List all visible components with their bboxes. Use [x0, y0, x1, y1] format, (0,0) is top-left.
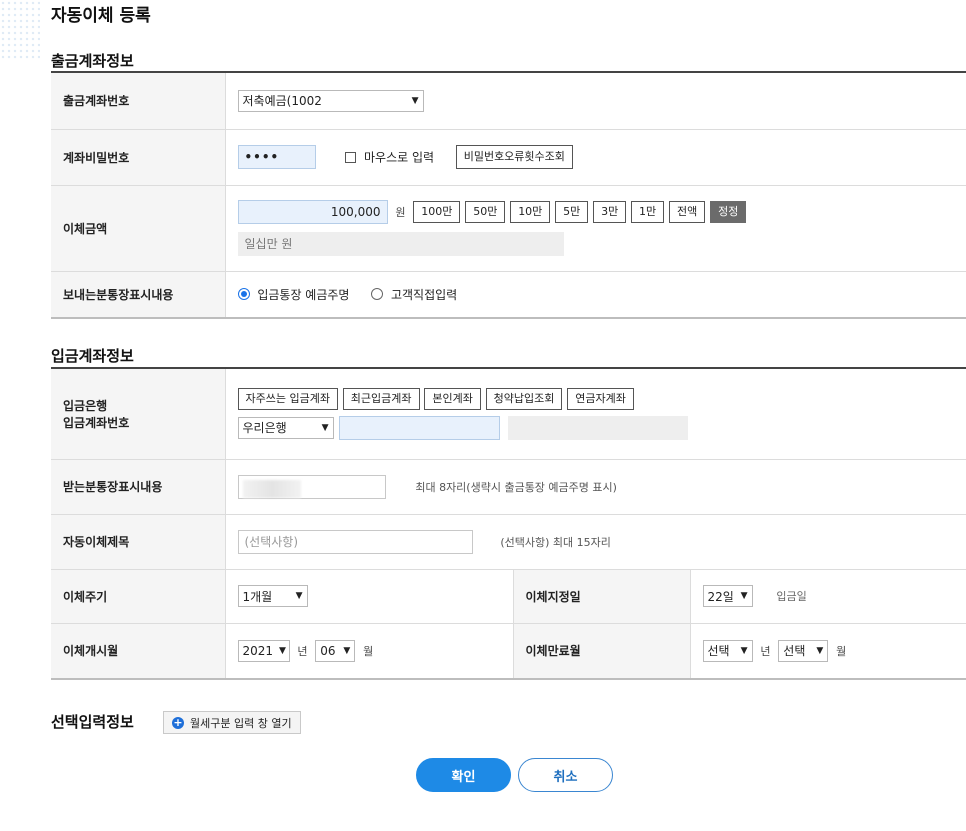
open-rent-type-label: 월세구분 입력 창 열기	[190, 716, 292, 730]
recent-account-button[interactable]: 최근입금계좌	[342, 387, 420, 410]
subscription-lookup-button[interactable]: 청약납입조회	[485, 387, 563, 410]
deposit-section-title: 입금계좌정보	[51, 347, 134, 365]
passbook-opt2-label[interactable]: 고객직접입력	[391, 288, 457, 302]
password-error-count-button[interactable]: 비밀번호오류횟수조회	[455, 145, 573, 169]
end-label: 이체만료월	[512, 623, 691, 680]
chevron-down-icon: ▼	[279, 645, 286, 656]
my-account-button[interactable]: 본인계좌	[424, 387, 481, 410]
chevron-down-icon: ▼	[411, 95, 419, 106]
decorative-dots	[0, 0, 40, 60]
cycle-label: 이체주기	[51, 569, 225, 624]
start-year-select[interactable]: 2021 ▼	[237, 639, 290, 662]
amount-3man-button[interactable]: 3만	[593, 201, 627, 223]
amount-10man-button[interactable]: 10만	[510, 201, 551, 223]
bank-value: 우리은행	[242, 421, 287, 436]
passbook-label: 보내는분통장표시내용	[51, 271, 225, 319]
confirm-button[interactable]: 확인	[416, 758, 511, 792]
recv-hint: 최대 8자리(생략시 출금통장 예금주명 표시)	[415, 480, 617, 494]
amount-correct-button[interactable]: 정정	[710, 201, 747, 223]
chevron-down-icon: ▼	[740, 645, 748, 656]
account-label: 출금계좌번호	[51, 71, 225, 130]
plus-circle-icon: +	[172, 715, 184, 729]
start-month-select[interactable]: 06 ▼	[315, 639, 356, 662]
pension-account-button[interactable]: 연금자계좌	[567, 387, 634, 410]
day-value: 22일	[707, 589, 734, 604]
title-input[interactable]: (선택사항)	[237, 529, 473, 554]
cancel-button[interactable]: 취소	[518, 758, 613, 792]
end-year-select[interactable]: 선택 ▼	[702, 639, 753, 662]
chevron-down-icon: ▼	[295, 591, 303, 601]
chevron-down-icon: ▼	[321, 422, 329, 433]
amount-all-button[interactable]: 전액	[669, 201, 706, 223]
open-rent-type-button[interactable]: + 월세구분 입력 창 열기	[163, 711, 301, 734]
bank-label: 입금은행 입금계좌번호	[51, 367, 225, 460]
passbook-radio-custom[interactable]	[371, 288, 384, 301]
mouse-input-label[interactable]: 마우스로 입력	[364, 151, 434, 165]
amount-5man-button[interactable]: 5만	[555, 201, 589, 223]
start-year-value: 2021	[242, 643, 274, 658]
password-input[interactable]: ••••	[237, 145, 316, 169]
password-label: 계좌비밀번호	[51, 129, 225, 186]
day-select[interactable]: 22일 ▼	[702, 585, 753, 607]
optional-section-title: 선택입력정보	[51, 713, 134, 731]
end-month-unit: 월	[836, 644, 847, 658]
year-unit: 년	[297, 644, 308, 658]
end-year-unit: 년	[760, 644, 771, 658]
account-holder-display	[508, 415, 689, 440]
amount-1man-button[interactable]: 1만	[631, 201, 665, 223]
month-unit: 월	[363, 644, 374, 658]
title-hint: (선택사항) 최대 15자리	[500, 535, 611, 549]
blurred-name	[242, 480, 301, 498]
frequent-account-button[interactable]: 자주쓰는 입금계좌	[237, 387, 338, 410]
cycle-value: 1개월	[242, 589, 273, 604]
amount-label: 이체금액	[51, 185, 225, 272]
end-month-select[interactable]: 선택 ▼	[778, 639, 829, 662]
amount-korean-display: 일십만 원	[237, 232, 564, 256]
day-hint: 입금일	[776, 590, 807, 603]
recv-passbook-input[interactable]	[237, 474, 386, 499]
cycle-select[interactable]: 1개월 ▼	[237, 585, 308, 607]
day-label: 이체지정일	[512, 569, 691, 624]
deposit-table: 입금은행 입금계좌번호 자주쓰는 입금계좌 최근입금계좌 본인계좌 청약납입조회…	[51, 367, 966, 680]
amount-100man-button[interactable]: 100만	[413, 201, 461, 223]
amount-50man-button[interactable]: 50만	[465, 201, 506, 223]
bank-label-line1: 입금은행	[63, 398, 108, 413]
bank-label-line2: 입금계좌번호	[63, 415, 130, 430]
end-month-value: 선택	[783, 644, 806, 659]
withdraw-section-title: 출금계좌정보	[51, 52, 134, 70]
amount-unit: 원	[395, 206, 406, 219]
passbook-radio-account-holder[interactable]	[237, 288, 250, 301]
amount-input[interactable]: 100,000	[237, 200, 388, 224]
bank-select[interactable]: 우리은행 ▼	[237, 416, 334, 439]
title-label: 자동이체제목	[51, 514, 225, 570]
account-number-input[interactable]	[339, 415, 501, 440]
chevron-down-icon: ▼	[816, 645, 824, 656]
chevron-down-icon: ▼	[343, 645, 351, 656]
passbook-opt1-label[interactable]: 입금통장 예금주명	[257, 288, 349, 302]
recv-label: 받는분통장표시내용	[51, 459, 225, 515]
withdraw-account-select[interactable]: 저축예금(1002 ▼	[237, 89, 424, 112]
page-title: 자동이체 등록	[51, 6, 151, 26]
start-month-value: 06	[320, 643, 336, 658]
start-label: 이체개시월	[51, 623, 225, 680]
chevron-down-icon: ▼	[740, 591, 748, 601]
withdraw-table: 출금계좌번호 저축예금(1002 ▼ 계좌비밀번호 •••• 마우스로 입력 비…	[51, 71, 966, 319]
withdraw-account-value: 저축예금(1002	[242, 94, 322, 109]
mouse-input-checkbox[interactable]	[345, 151, 357, 163]
end-year-value: 선택	[707, 644, 730, 659]
